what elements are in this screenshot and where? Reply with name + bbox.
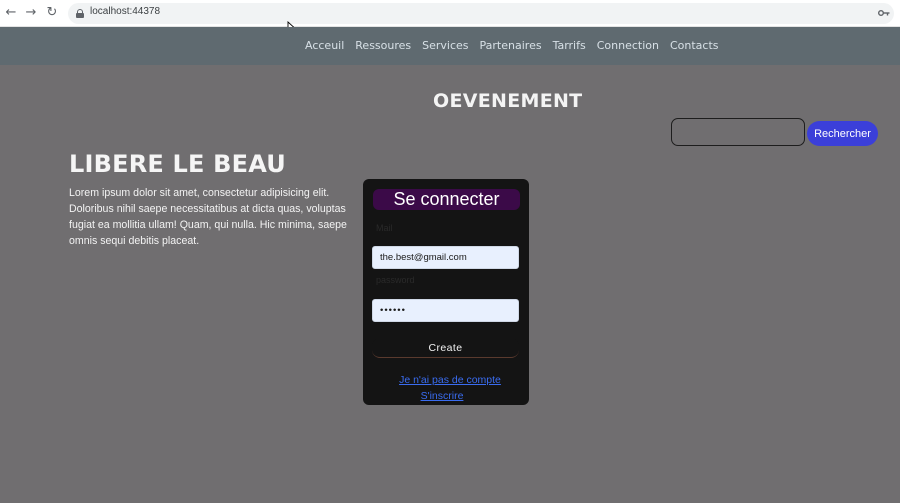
password-field[interactable] (372, 299, 519, 322)
email-label: Mail (376, 223, 393, 233)
login-title: Se connecter (373, 189, 520, 210)
signup-link[interactable]: S'inscrire (363, 390, 521, 402)
nav-item-connection[interactable]: Connection (597, 39, 659, 52)
browser-toolbar: ← → ↻ localhost:44378 (0, 0, 900, 27)
page-title: OEVENEMENT (433, 90, 583, 112)
nav-item-tarrifs[interactable]: Tarrifs (553, 39, 586, 52)
nav-item-ressoures[interactable]: Ressoures (355, 39, 411, 52)
nav-item-acceuil[interactable]: Acceuil (305, 39, 344, 52)
hero-text: Lorem ipsum dolor sit amet, consectetur … (69, 187, 347, 247)
email-field[interactable] (372, 246, 519, 269)
login-card: Se connecter Mail password Create Je n'a… (363, 179, 529, 405)
forward-arrow-icon[interactable]: → (22, 4, 40, 22)
back-arrow-icon[interactable]: ← (2, 4, 20, 22)
nav-item-services[interactable]: Services (422, 39, 468, 52)
site-navbar: Acceuil Ressoures Services Partenaires T… (0, 27, 900, 65)
key-icon[interactable] (878, 8, 890, 18)
address-bar[interactable]: localhost:44378 (68, 3, 894, 24)
search-input[interactable] (671, 118, 805, 146)
create-button[interactable]: Create (372, 338, 519, 358)
nav-item-partenaires[interactable]: Partenaires (480, 39, 542, 52)
lock-icon (76, 9, 84, 18)
nav-item-contacts[interactable]: Contacts (670, 39, 719, 52)
url-text[interactable]: localhost:44378 (90, 6, 160, 17)
no-account-link[interactable]: Je n'ai pas de compte (363, 374, 537, 386)
reload-icon[interactable]: ↻ (43, 4, 61, 22)
hero-title: LIBERE LE BEAU (69, 150, 286, 178)
password-label: password (376, 275, 415, 285)
search-button[interactable]: Rechercher (807, 121, 878, 146)
nav-links: Acceuil Ressoures Services Partenaires T… (305, 39, 730, 52)
